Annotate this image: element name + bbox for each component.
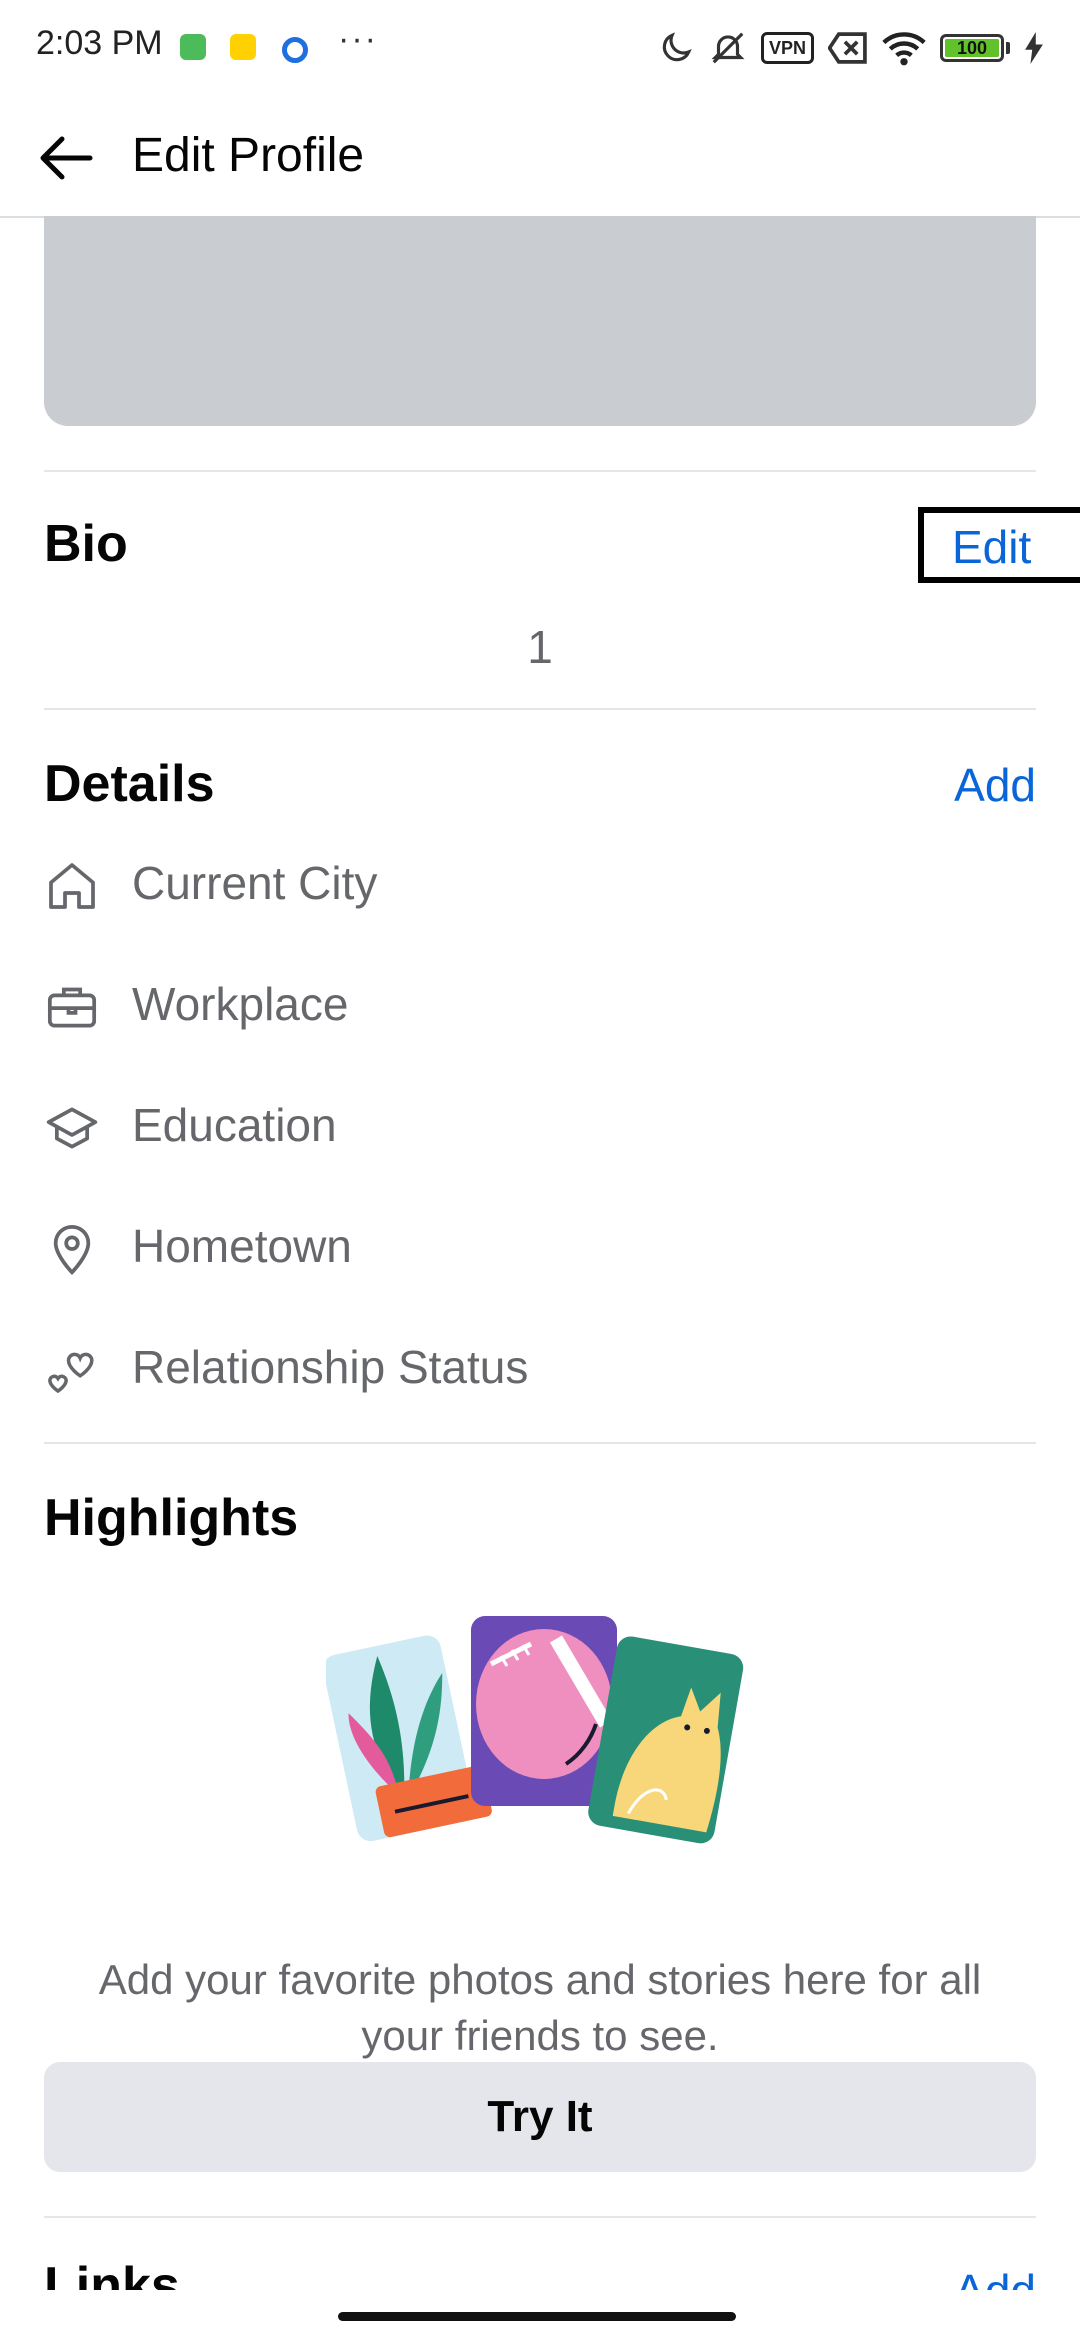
bio-edit-button[interactable]: Edit — [952, 520, 1031, 574]
home-indicator[interactable] — [338, 2312, 736, 2321]
meituan-app-icon — [230, 34, 256, 60]
green-app-icon — [180, 34, 206, 60]
sim-x-icon — [828, 32, 867, 64]
location-pin-icon — [53, 1224, 91, 1276]
divider — [44, 708, 1036, 710]
detail-relationship-status[interactable]: Relationship Status — [44, 1330, 1036, 1410]
bio-text: 1 — [527, 621, 553, 673]
home-icon — [49, 863, 95, 909]
detail-label: Hometown — [132, 1220, 352, 1272]
detail-hometown[interactable]: Hometown — [44, 1209, 1036, 1289]
status-bar: 2:03 PM ··· VPN 100 — [0, 0, 1080, 96]
detail-education[interactable]: Education — [44, 1088, 1036, 1168]
details-add-button[interactable]: Add — [954, 758, 1036, 812]
highlights-title: Highlights — [44, 1489, 299, 1547]
bell-muted-icon — [711, 32, 745, 64]
page-title: Edit Profile — [132, 129, 365, 182]
detail-label: Current City — [132, 857, 378, 909]
hearts-icon — [48, 1352, 94, 1394]
detail-current-city[interactable]: Current City — [44, 846, 1036, 926]
wifi-icon — [882, 32, 926, 66]
cover-photo[interactable] — [44, 216, 1036, 426]
app-bar: Edit Profile — [0, 96, 1080, 218]
divider — [44, 2216, 1036, 2218]
battery-tip — [1006, 42, 1010, 54]
detail-label: Workplace — [132, 978, 349, 1030]
try-it-button[interactable]: Try It — [44, 2062, 1036, 2172]
highlights-description: Add your favorite photos and stories her… — [98, 1956, 982, 2059]
highlights-illustration — [326, 1616, 744, 1844]
detail-label: Education — [132, 1099, 337, 1151]
arrow-left-icon[interactable] — [34, 126, 98, 190]
briefcase-icon — [47, 987, 97, 1028]
battery-icon: 100 — [940, 34, 1004, 62]
status-time: 2:03 PM — [36, 24, 163, 62]
more-notifications-indicator: ··· — [338, 20, 378, 58]
blue-app-icon — [282, 37, 308, 63]
vpn-icon: VPN — [760, 32, 814, 64]
detail-label: Relationship Status — [132, 1341, 529, 1393]
divider — [44, 470, 1036, 472]
bio-title: Bio — [44, 515, 128, 573]
detail-workplace[interactable]: Workplace — [44, 967, 1036, 1047]
moon-icon — [662, 32, 692, 62]
details-title: Details — [44, 755, 215, 813]
status-right-icons: VPN 100 — [657, 26, 1044, 70]
charging-icon — [1025, 32, 1043, 64]
graduation-cap-icon — [46, 1107, 98, 1149]
battery-level: 100 — [956, 38, 988, 58]
divider — [44, 1442, 1036, 1444]
